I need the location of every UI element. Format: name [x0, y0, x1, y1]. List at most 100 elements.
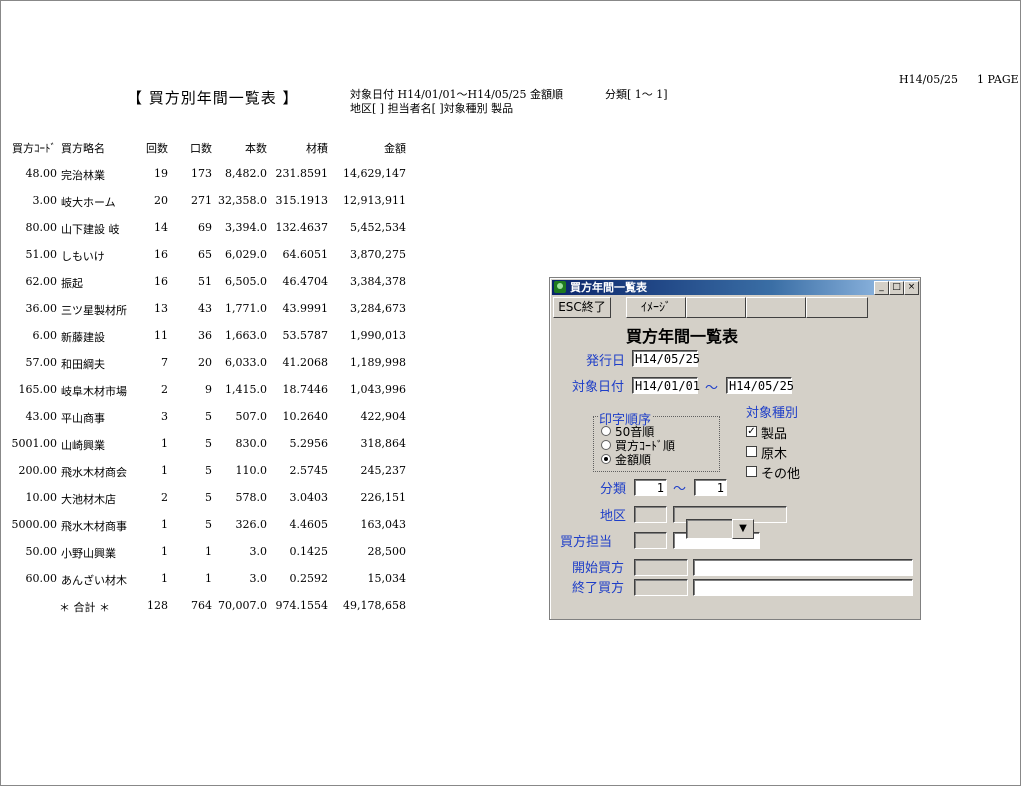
value-cell: 422,904	[360, 410, 407, 423]
value-cell: 326.0	[235, 518, 268, 531]
esc-exit-button[interactable]: ESC終了	[553, 297, 611, 318]
print-order-radio[interactable]	[601, 426, 611, 436]
value-cell: 3,384,378	[350, 275, 406, 288]
value-cell: 65	[198, 248, 212, 261]
target-type-checkbox[interactable]	[746, 446, 757, 457]
minimize-button[interactable]: _	[874, 281, 889, 295]
classification-from-field[interactable]: 1	[634, 479, 667, 496]
value-cell: 5	[205, 437, 212, 450]
value-cell: 5.2956	[289, 437, 329, 450]
print-order-radio[interactable]	[601, 454, 611, 464]
value-cell: 15,034	[367, 572, 407, 585]
target-type-checkbox[interactable]	[746, 466, 757, 477]
buyer-name-cell: 三ツ星製材所	[61, 304, 127, 317]
total-value-cell: 49,178,658	[343, 599, 406, 612]
target-type-option-label[interactable]: 原木	[761, 443, 787, 462]
buyer-name-cell: しもいけ	[61, 250, 105, 263]
value-cell: 318,864	[360, 437, 407, 450]
buyer-code-cell: 60.00	[25, 572, 58, 585]
buyer-name-cell: 山下建設 岐	[61, 223, 120, 236]
buyer-code-cell: 165.00	[18, 383, 58, 396]
buyer-staff-label: 買方担当	[560, 535, 613, 550]
target-type-checkbox[interactable]: ✓	[746, 426, 757, 437]
dropdown-arrow-icon[interactable]: ▼	[732, 519, 754, 539]
end-buyer-code-field[interactable]	[634, 579, 688, 596]
value-cell: 11	[154, 329, 168, 342]
buyer-code-cell: 36.00	[25, 302, 58, 315]
buyer-code-cell: 5000.00	[11, 518, 58, 531]
value-cell: 3.0	[249, 545, 268, 558]
buyer-name-cell: 岐大ホーム	[61, 196, 116, 209]
value-cell: 0.2592	[289, 572, 329, 585]
toolbar-blank-button-2[interactable]	[746, 297, 806, 318]
value-cell: 69	[198, 221, 212, 234]
buyer-name-cell: 完治林業	[61, 169, 105, 182]
buyer-name-cell: 小野山興業	[61, 547, 116, 560]
classification-label: 分類	[600, 482, 627, 497]
buyer-staff-code-field[interactable]	[634, 532, 667, 549]
value-cell: 5	[205, 464, 212, 477]
date-range-tilde: ～	[705, 381, 719, 396]
value-cell: 271	[191, 194, 212, 207]
toolbar-blank-button-1[interactable]	[686, 297, 746, 318]
target-type-option-label[interactable]: その他	[761, 463, 800, 482]
value-cell: 53.5787	[282, 329, 329, 342]
buyer-code-cell: 80.00	[25, 221, 58, 234]
start-buyer-name-field[interactable]	[693, 559, 913, 576]
report-title: 【 買方別年間一覧表 】	[127, 89, 299, 107]
dialog-window: 買方年間一覧表 _ □ × ESC終了 ｲﾒｰｼﾞ 買方年間一覧表 発行日 H1…	[549, 277, 921, 620]
window-title: 買方年間一覧表	[570, 281, 647, 294]
close-button[interactable]: ×	[904, 281, 919, 295]
value-cell: 46.4704	[282, 275, 329, 288]
value-cell: 13	[154, 302, 168, 315]
value-cell: 1	[161, 545, 168, 558]
buyer-name-cell: 新藤建設	[61, 331, 105, 344]
issue-date-field[interactable]: H14/05/25	[632, 350, 700, 367]
print-order-option-label[interactable]: 金額順	[615, 451, 651, 468]
column-header: 材積	[306, 142, 328, 155]
buyer-code-cell: 6.00	[32, 329, 58, 342]
title-bar[interactable]: 買方年間一覧表 _ □ ×	[552, 280, 919, 295]
target-type-option-label[interactable]: 製品	[761, 423, 787, 442]
value-cell: 3,284,673	[350, 302, 406, 315]
value-cell: 315.1913	[275, 194, 329, 207]
date-from-field[interactable]: H14/01/01	[632, 377, 700, 394]
value-cell: 41.2068	[282, 356, 329, 369]
buyer-name-cell: 飛水木材商会	[61, 466, 127, 479]
date-to-field[interactable]: H14/05/25	[726, 377, 794, 394]
value-cell: 2	[161, 491, 168, 504]
value-cell: 6,033.0	[225, 356, 267, 369]
buyer-code-cell: 200.00	[18, 464, 58, 477]
buyer-code-cell: 43.00	[25, 410, 58, 423]
toolbar-blank-button-3[interactable]	[806, 297, 868, 318]
buyer-code-cell: 51.00	[25, 248, 58, 261]
value-cell: 64.6051	[282, 248, 329, 261]
column-header: 金額	[384, 142, 406, 155]
value-cell: 18.7446	[282, 383, 329, 396]
buyer-code-cell: 10.00	[25, 491, 58, 504]
district-code-field[interactable]	[634, 506, 667, 523]
value-cell: 5	[205, 491, 212, 504]
value-cell: 1	[161, 572, 168, 585]
maximize-button[interactable]: □	[889, 281, 904, 295]
start-buyer-code-field[interactable]	[634, 559, 688, 576]
value-cell: 16	[154, 248, 168, 261]
value-cell: 6,029.0	[225, 248, 267, 261]
total-value-cell: 128	[147, 599, 168, 612]
value-cell: 3.0403	[289, 491, 329, 504]
value-cell: 20	[154, 194, 168, 207]
value-cell: 4.4605	[289, 518, 329, 531]
value-cell: 36	[198, 329, 212, 342]
value-cell: 1	[161, 518, 168, 531]
value-cell: 5	[205, 410, 212, 423]
value-cell: 10.2640	[282, 410, 329, 423]
classification-to-field[interactable]: 1	[694, 479, 727, 496]
buyer-name-cell: 振起	[61, 277, 83, 290]
value-cell: 3	[161, 410, 168, 423]
image-button[interactable]: ｲﾒｰｼﾞ	[626, 297, 686, 318]
buyer-code-cell: 48.00	[25, 167, 58, 180]
print-order-radio[interactable]	[601, 440, 611, 450]
page-number: 1 PAGE	[977, 73, 1019, 86]
value-cell: 20	[198, 356, 212, 369]
end-buyer-name-field[interactable]	[693, 579, 913, 596]
